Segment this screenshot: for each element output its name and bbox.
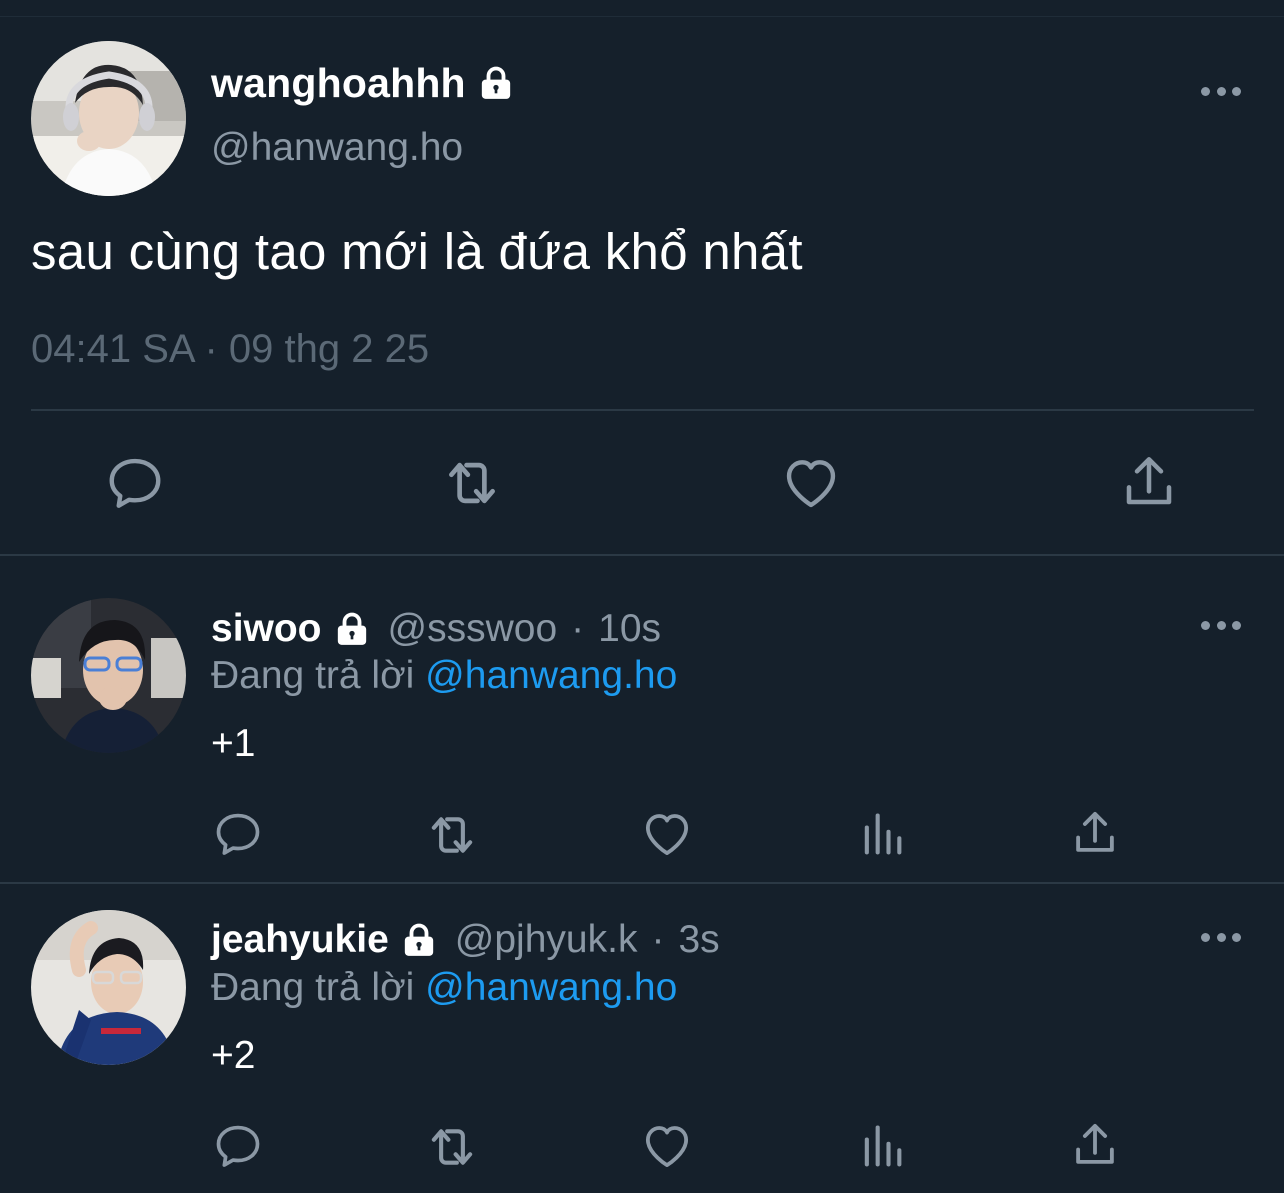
retweet-icon (423, 806, 481, 864)
more-options-icon[interactable] (1201, 84, 1241, 98)
share-icon (1117, 450, 1181, 514)
share-icon (1068, 806, 1122, 860)
retweet-button[interactable] (423, 1118, 481, 1176)
reply-icon (212, 808, 264, 860)
tweet-thread: wanghoahhh @hanwang.ho sau cùng tao mới … (0, 0, 1284, 1193)
display-name[interactable]: wanghoahhh (211, 60, 466, 107)
like-icon (640, 807, 694, 861)
divider (0, 882, 1284, 884)
divider (31, 409, 1254, 411)
retweet-icon (439, 450, 505, 516)
reply-age[interactable]: 10s (598, 607, 661, 651)
share-icon (1068, 1118, 1122, 1172)
meta-separator: · (571, 607, 585, 650)
meta-separator: · (651, 918, 665, 961)
retweet-button[interactable] (439, 450, 505, 516)
mention-link[interactable]: @hanwang.ho (425, 654, 677, 697)
lock-icon (476, 62, 516, 104)
user-handle[interactable]: @ssswoo (388, 607, 558, 651)
share-button[interactable] (1117, 450, 1181, 514)
tweet-timestamp[interactable]: 04:41 SA · 09 thg 2 25 (31, 327, 429, 372)
lock-icon (332, 609, 372, 649)
reply-text: +1 (211, 722, 256, 765)
views-icon (856, 808, 908, 860)
retweet-button[interactable] (423, 806, 481, 864)
reply-author-row: siwoo @ssswoo · 10s (211, 604, 661, 654)
views-button[interactable] (856, 1120, 908, 1172)
reply-text: +2 (211, 1034, 256, 1077)
like-button[interactable] (640, 1119, 694, 1173)
like-icon (640, 1119, 694, 1173)
reply-age[interactable]: 3s (678, 918, 719, 962)
reply-icon (212, 1120, 264, 1172)
avatar[interactable] (31, 41, 186, 196)
reply-button[interactable] (104, 452, 166, 514)
top-divider (0, 16, 1284, 17)
avatar[interactable] (31, 910, 186, 1065)
display-name[interactable]: siwoo (211, 607, 322, 651)
more-options-icon[interactable] (1201, 618, 1241, 632)
like-icon (780, 452, 842, 514)
avatar[interactable] (31, 598, 186, 753)
divider (0, 554, 1284, 556)
lock-icon (399, 920, 439, 960)
author-row: wanghoahhh (211, 58, 516, 108)
reply-button[interactable] (212, 808, 264, 860)
reply-icon (104, 452, 166, 514)
replying-to: Đang trả lời @hanwang.ho (211, 966, 677, 1010)
display-name[interactable]: jeahyukie (211, 918, 389, 962)
views-button[interactable] (856, 808, 908, 860)
views-icon (856, 1120, 908, 1172)
reply-author-row: jeahyukie @pjhyuk.k · 3s (211, 915, 720, 965)
replying-prefix: Đang trả lời (211, 654, 415, 697)
like-button[interactable] (640, 807, 694, 861)
mention-link[interactable]: @hanwang.ho (425, 966, 677, 1009)
user-handle[interactable]: @pjhyuk.k (455, 918, 638, 962)
tweet-text: sau cùng tao mới là đứa khổ nhất (31, 223, 803, 280)
replying-to: Đang trả lời @hanwang.ho (211, 654, 677, 698)
user-handle[interactable]: @hanwang.ho (211, 126, 463, 170)
share-button[interactable] (1068, 1118, 1122, 1172)
share-button[interactable] (1068, 806, 1122, 860)
retweet-icon (423, 1118, 481, 1176)
reply-button[interactable] (212, 1120, 264, 1172)
more-options-icon[interactable] (1201, 930, 1241, 944)
replying-prefix: Đang trả lời (211, 966, 415, 1009)
like-button[interactable] (780, 452, 842, 514)
